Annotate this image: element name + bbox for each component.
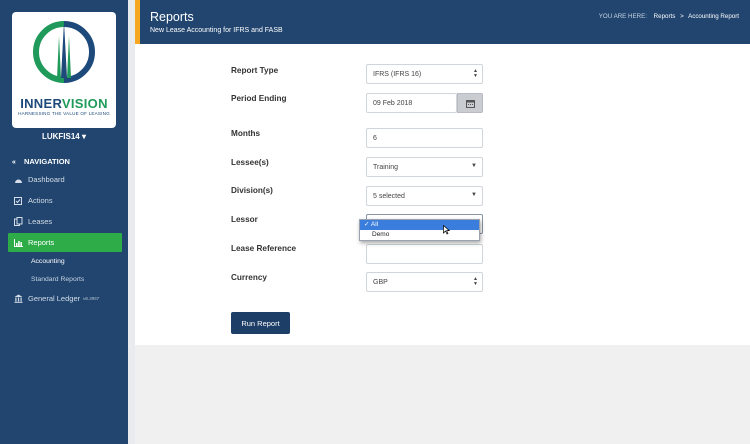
lessor-dropdown: ✓ All Demo (359, 219, 480, 241)
run-report-button[interactable]: Run Report (231, 312, 290, 334)
breadcrumb-label: YOU ARE HERE: (598, 13, 647, 20)
page-header (135, 0, 750, 44)
check-square-icon (13, 196, 23, 206)
nav-item-actions[interactable]: Actions (8, 191, 122, 210)
lessor-label: Lessor (231, 215, 258, 224)
bar-chart-icon (13, 238, 23, 248)
period-ending-label: Period Ending (231, 94, 287, 103)
sidebar: INNERVISION HARNESSING THE VALUE OF LEAS… (0, 0, 128, 444)
calendar-button[interactable] (457, 93, 483, 113)
lease-reference-label: Lease Reference (231, 244, 297, 253)
caret-down-icon: ▼ (471, 163, 477, 169)
brand-tagline: HARNESSING THE VALUE OF LEASING (18, 111, 110, 116)
calendar-icon (465, 99, 475, 108)
page-title: Reports (150, 10, 194, 24)
nav-item-dashboard[interactable]: Dashboard (8, 170, 122, 189)
lessees-label: Lessee(s) (231, 158, 269, 167)
select-arrows-icon: ▲ ▼ (473, 68, 478, 79)
check-icon: ✓ (364, 221, 370, 228)
months-input[interactable]: 6 (366, 128, 483, 148)
nav-subitem-standard-reports[interactable]: Standard Reports (31, 276, 84, 283)
nav-subitem-accounting[interactable]: Accounting (31, 258, 65, 265)
collapse-icon[interactable]: « (12, 159, 16, 166)
breadcrumb-separator: > (680, 13, 684, 20)
chevron-down-icon: ▾ (82, 132, 87, 141)
breadcrumb-link-reports[interactable]: Reports (654, 13, 676, 20)
page-subtitle: New Lease Accounting for IFRS and FASB (150, 27, 283, 34)
lessees-select[interactable]: Training ▼ (366, 157, 483, 177)
report-type-select[interactable]: IFRS (IFRS 16) ▲ ▼ (366, 64, 483, 84)
documents-icon (13, 217, 23, 227)
innervision-logo-icon (33, 21, 95, 83)
months-label: Months (231, 129, 261, 138)
nav-item-reports[interactable]: Reports (8, 233, 122, 252)
divisions-select[interactable]: 5 selected ▼ (366, 186, 483, 206)
bank-icon (13, 294, 23, 304)
user-name: LUKFIS14 (41, 132, 80, 141)
currency-select[interactable]: GBP ▲ ▼ (366, 272, 483, 292)
nav-item-leases[interactable]: Leases (8, 212, 122, 231)
mouse-cursor-icon (443, 225, 450, 235)
user-menu[interactable]: LUKFIS14 ▾ (0, 132, 128, 141)
navigation-heading: « NAVIGATION (12, 157, 70, 166)
version-note: v6.3957 (83, 296, 100, 301)
sidebar-divider (128, 0, 135, 444)
breadcrumb-current: Accounting Report (688, 13, 739, 20)
currency-label: Currency (231, 273, 267, 282)
caret-down-icon: ▼ (471, 192, 477, 198)
logo[interactable]: INNERVISION HARNESSING THE VALUE OF LEAS… (12, 12, 116, 128)
nav-item-general-ledger[interactable]: General Ledger v6.3957 (8, 289, 122, 308)
lessor-option-demo[interactable]: Demo (360, 230, 479, 240)
report-type-label: Report Type (231, 66, 279, 75)
dashboard-icon (13, 175, 23, 185)
divisions-label: Division(s) (231, 186, 273, 195)
breadcrumb: YOU ARE HERE: Reports > Accounting Repor… (599, 13, 739, 20)
select-arrows-icon: ▲ ▼ (473, 276, 478, 287)
lease-reference-input[interactable] (366, 244, 483, 264)
lessor-option-all[interactable]: ✓ All (360, 220, 479, 230)
header-accent-bar (135, 0, 140, 44)
brand-name: INNERVISION (20, 96, 108, 111)
page-footer (135, 345, 750, 444)
period-ending-input[interactable]: 09 Feb 2018 (366, 93, 457, 113)
